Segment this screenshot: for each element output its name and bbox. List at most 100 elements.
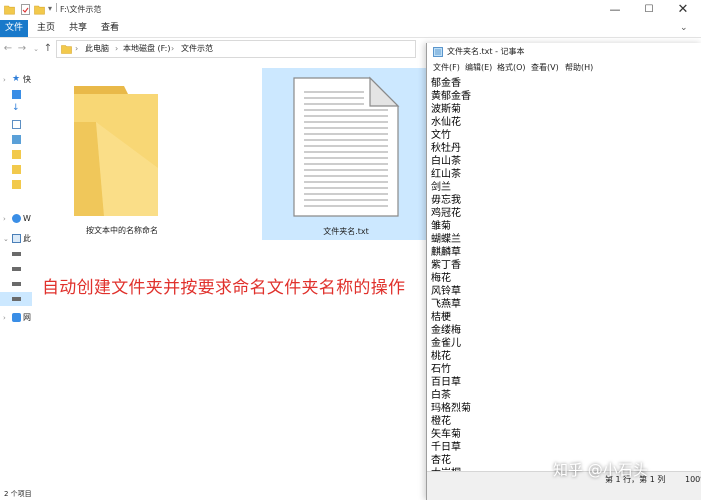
new-folder-icon[interactable] bbox=[34, 4, 45, 15]
text-line: 水仙花 bbox=[431, 117, 461, 128]
text-line: 紫丁香 bbox=[431, 260, 461, 271]
nav-item-drive-e[interactable] bbox=[0, 278, 32, 290]
forward-button[interactable]: → bbox=[16, 42, 28, 56]
breadcrumb-folder[interactable]: 文件示范 bbox=[181, 41, 213, 57]
notepad-title-bar: 文件夹名.txt - 记事本 bbox=[427, 43, 701, 61]
download-icon: ↓ bbox=[12, 103, 20, 113]
folder-item[interactable]: 按文本中的名称命名 bbox=[62, 70, 182, 240]
text-line: 千日草 bbox=[431, 442, 461, 453]
text-file-item-label: 文件夹名.txt bbox=[323, 227, 369, 236]
text-line: 蝴蝶兰 bbox=[431, 234, 461, 245]
text-line: 玛格烈菊 bbox=[431, 403, 471, 414]
breadcrumb-separator: › bbox=[171, 44, 175, 53]
back-button[interactable]: ← bbox=[2, 42, 14, 56]
text-line: 杏花 bbox=[431, 455, 451, 466]
nav-item-network[interactable]: › 网 bbox=[0, 312, 32, 324]
expand-arrow-icon[interactable]: › bbox=[3, 74, 6, 86]
properties-icon[interactable] bbox=[20, 4, 31, 15]
breadcrumb-drive-f[interactable]: 本地磁盘 (F:) bbox=[123, 41, 170, 57]
nav-item-documents[interactable] bbox=[0, 119, 32, 131]
text-line: 文竹 bbox=[431, 130, 451, 141]
nav-item-folder-3[interactable] bbox=[0, 179, 32, 191]
menu-format[interactable]: 格式(O) bbox=[497, 61, 526, 75]
text-line: 百日草 bbox=[431, 377, 461, 388]
drive-icon bbox=[12, 267, 21, 271]
notepad-text-area[interactable]: 郁金香 黄郁金香 波斯菊 水仙花 文竹 秋牡丹 白山茶 红山茶 剑兰 毋忘我 鸡冠花 雏菊 蝴蝶兰 麒麟草… bbox=[427, 75, 701, 475]
text-line: 黄郁金香 bbox=[431, 91, 471, 102]
folder-icon bbox=[12, 150, 21, 159]
computer-icon bbox=[12, 234, 21, 243]
breadcrumb-separator: › bbox=[115, 44, 119, 53]
text-file-item[interactable]: 文件夹名.txt bbox=[262, 68, 430, 240]
text-line: 郁金香 bbox=[431, 78, 461, 89]
explorer-status-bar: 2 个项目 bbox=[0, 488, 426, 500]
expand-arrow-icon[interactable]: › bbox=[3, 213, 6, 225]
ribbon-tabs: 文件 主页 共享 查看 ⌄ bbox=[0, 20, 701, 38]
text-line: 金缕梅 bbox=[431, 325, 461, 336]
text-line: 白山茶 bbox=[431, 156, 461, 167]
nav-item-onedrive[interactable]: › W bbox=[0, 213, 32, 225]
folder-icon bbox=[12, 165, 21, 174]
tab-share[interactable]: 共享 bbox=[66, 20, 90, 37]
watermark: 知乎 @小石头 bbox=[553, 461, 648, 479]
menu-file[interactable]: 文件(F) bbox=[433, 61, 460, 75]
nav-item-label: W bbox=[23, 214, 31, 223]
nav-item-folder-1[interactable] bbox=[0, 149, 32, 161]
folder-icon bbox=[61, 45, 72, 54]
text-line: 麒麟草 bbox=[431, 247, 461, 258]
close-button[interactable]: ✕ bbox=[666, 0, 700, 20]
nav-item-this-pc[interactable]: ⌄ 此 bbox=[0, 233, 32, 245]
menu-view[interactable]: 查看(V) bbox=[531, 61, 559, 75]
picture-icon bbox=[12, 135, 21, 144]
nav-item-folder-2[interactable] bbox=[0, 164, 32, 176]
document-icon bbox=[12, 120, 21, 129]
nav-item-quick-access[interactable]: › ★ 快 bbox=[0, 74, 32, 86]
horizontal-scrollbar[interactable] bbox=[427, 487, 701, 500]
text-file-icon bbox=[293, 76, 400, 217]
nav-item-desktop[interactable] bbox=[0, 89, 32, 101]
nav-item-drive-d[interactable] bbox=[0, 263, 32, 275]
up-button[interactable]: ↑ bbox=[42, 42, 54, 56]
text-line: 飞燕草 bbox=[431, 299, 461, 310]
expand-arrow-icon[interactable]: ⌄ bbox=[3, 233, 9, 245]
maximize-button[interactable]: ☐ bbox=[632, 0, 666, 20]
text-line: 桃花 bbox=[431, 351, 451, 362]
address-bar[interactable]: › 此电脑 › 本地磁盘 (F:) › 文件示范 bbox=[56, 40, 416, 58]
recent-locations-chevron-icon[interactable]: ⌄ bbox=[30, 42, 42, 56]
drive-icon bbox=[12, 297, 21, 301]
menu-edit[interactable]: 编辑(E) bbox=[465, 61, 492, 75]
window-title: F:\文件示范 bbox=[60, 5, 102, 14]
nav-item-pictures[interactable] bbox=[0, 134, 32, 146]
title-separator: | bbox=[55, 3, 59, 13]
nav-item-drive-f[interactable] bbox=[0, 293, 32, 305]
cloud-icon bbox=[12, 214, 21, 223]
minimize-button[interactable]: — bbox=[598, 0, 632, 20]
tab-home[interactable]: 主页 bbox=[34, 20, 58, 37]
text-line: 石竹 bbox=[431, 364, 451, 375]
star-icon: ★ bbox=[12, 74, 21, 84]
text-line: 橙花 bbox=[431, 416, 451, 427]
text-line: 白茶 bbox=[431, 390, 451, 401]
expand-arrow-icon[interactable]: › bbox=[3, 312, 6, 324]
nav-item-downloads[interactable]: ↓ bbox=[0, 103, 32, 115]
breadcrumb-this-pc[interactable]: 此电脑 bbox=[85, 41, 109, 57]
text-line: 毋忘我 bbox=[431, 195, 461, 206]
nav-item-label: 此 bbox=[23, 234, 31, 243]
tab-view[interactable]: 查看 bbox=[98, 20, 122, 37]
network-icon bbox=[12, 313, 21, 322]
nav-item-drive-c[interactable] bbox=[0, 248, 32, 260]
folder-icon bbox=[74, 86, 158, 216]
nav-item-label: 快 bbox=[23, 75, 31, 84]
text-line: 金雀儿 bbox=[431, 338, 461, 349]
text-line: 波斯菊 bbox=[431, 104, 461, 115]
desktop-icon bbox=[12, 90, 21, 99]
annotation-caption: 自动创建文件夹并按要求命名文件夹名称的操作 bbox=[42, 278, 406, 298]
zoom-level: 100% bbox=[685, 475, 701, 484]
quick-access-dropdown[interactable]: ▾ bbox=[48, 4, 52, 13]
ribbon-expand-chevron-icon[interactable]: ⌄ bbox=[680, 23, 688, 33]
text-line: 雏菊 bbox=[431, 221, 451, 232]
folder-icon bbox=[12, 180, 21, 189]
folder-item-label: 按文本中的名称命名 bbox=[86, 226, 158, 235]
tab-file[interactable]: 文件 bbox=[0, 20, 28, 37]
menu-help[interactable]: 帮助(H) bbox=[565, 61, 593, 75]
